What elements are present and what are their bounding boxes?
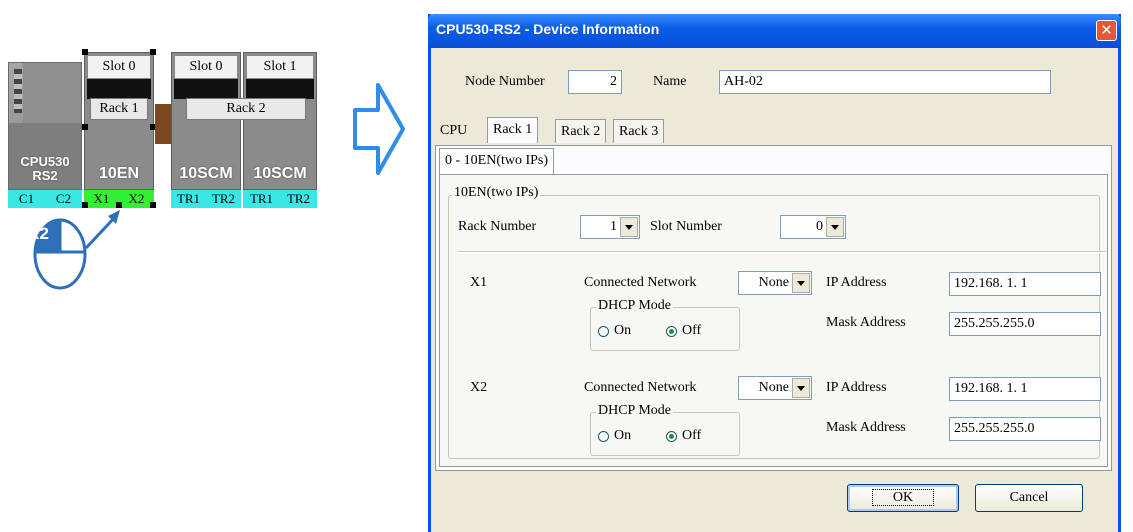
dialog-titlebar[interactable]: CPU530-RS2 - Device Information ✕ bbox=[428, 14, 1121, 48]
rack2-slot0-port-tr1: TR1 bbox=[176, 191, 201, 206]
node-number-label: Node Number bbox=[465, 74, 545, 89]
x2-dhcp-off-label: Off bbox=[682, 428, 702, 443]
rack2-slot1-port-tr2: TR2 bbox=[286, 191, 311, 206]
ok-button-label: OK bbox=[871, 489, 935, 506]
radio-icon bbox=[598, 430, 609, 442]
dialog-title: CPU530-RS2 - Device Information bbox=[436, 21, 660, 37]
x1-mask-address-label: Mask Address bbox=[826, 315, 906, 330]
selection-handle[interactable] bbox=[150, 49, 156, 55]
x1-connected-network-label: Connected Network bbox=[584, 275, 697, 290]
cancel-button-label: Cancel bbox=[1009, 490, 1049, 505]
x2-dhcp-mode-title: DHCP Mode bbox=[596, 403, 673, 419]
x2-dhcp-on-radio[interactable]: On bbox=[598, 428, 631, 444]
slot-number-label: Slot Number bbox=[650, 219, 722, 234]
separator bbox=[458, 251, 1106, 253]
name-label: Name bbox=[653, 74, 687, 89]
right-arrow-icon bbox=[352, 82, 406, 181]
rack1-port-x2: X2 bbox=[128, 191, 145, 206]
ok-button[interactable]: OK bbox=[847, 484, 959, 512]
x1-dhcp-off-radio[interactable]: Off bbox=[666, 323, 701, 339]
rack1-10en-module[interactable]: Slot 0 10EN bbox=[84, 52, 154, 190]
x1-ip-address-label: IP Address bbox=[826, 275, 887, 290]
radio-selected-icon bbox=[666, 325, 677, 337]
chevron-down-icon[interactable] bbox=[826, 217, 844, 237]
rack-number-dropdown[interactable]: 1 bbox=[580, 215, 640, 239]
selection-handle[interactable] bbox=[82, 124, 88, 130]
x2-dhcp-on-label: On bbox=[614, 428, 632, 443]
x2-ip-address-label: IP Address bbox=[826, 380, 887, 395]
x1-connected-network-value: None bbox=[758, 275, 789, 290]
x2-dhcp-off-radio[interactable]: Off bbox=[666, 428, 701, 444]
radio-icon bbox=[598, 325, 609, 337]
slot-number-value: 0 bbox=[816, 219, 823, 234]
cpu-module-label: CPU530 RS2 bbox=[20, 154, 70, 183]
rack2-slot0-port-bar: TR1 TR2 bbox=[171, 190, 241, 208]
cpu-led-indicators bbox=[14, 69, 22, 113]
x1-dhcp-mode-title: DHCP Mode bbox=[596, 298, 673, 314]
chevron-down-icon[interactable] bbox=[792, 378, 810, 398]
tab-cpu[interactable]: CPU bbox=[435, 119, 472, 143]
x2-mask-address-label: Mask Address bbox=[826, 420, 906, 435]
x2-ip-address-field[interactable]: 192.168. 1. 1 bbox=[949, 377, 1101, 401]
x1-dhcp-on-radio[interactable]: On bbox=[598, 323, 631, 339]
name-field[interactable]: AH-02 bbox=[719, 70, 1051, 94]
rack2-label: Rack 2 bbox=[186, 98, 306, 120]
x1-connected-network-dropdown[interactable]: None bbox=[738, 271, 812, 295]
device-information-dialog: CPU530-RS2 - Device Information ✕ Node N… bbox=[428, 14, 1121, 532]
rack-connector bbox=[155, 104, 171, 144]
plc-rack-diagram: CPU530 RS2 C1 C2 Slot 0 10EN Rack 1 X1 X… bbox=[0, 0, 340, 300]
rack1-label: Rack 1 bbox=[90, 98, 148, 120]
x2-connected-network-value: None bbox=[758, 380, 789, 395]
chevron-down-icon[interactable] bbox=[620, 217, 638, 237]
close-icon[interactable]: ✕ bbox=[1096, 20, 1117, 41]
tab-rack1[interactable]: Rack 1 bbox=[487, 117, 539, 143]
rack-number-value: 1 bbox=[610, 219, 617, 234]
port-x1-label: X1 bbox=[470, 275, 488, 290]
rack1-slot0-label: Slot 0 bbox=[87, 55, 151, 79]
rack2-slot1-port-bar: TR1 TR2 bbox=[243, 190, 317, 208]
subtab-10en[interactable]: 0 - 10EN(two IPs) bbox=[439, 148, 555, 175]
slot-number-dropdown[interactable]: 0 bbox=[780, 215, 846, 239]
chevron-down-icon[interactable] bbox=[792, 273, 810, 293]
x1-mask-address-field[interactable]: 255.255.255.0 bbox=[949, 312, 1101, 336]
cpu-module[interactable]: CPU530 RS2 bbox=[8, 62, 82, 190]
rack1-module-label: 10EN bbox=[98, 165, 140, 182]
selection-handle[interactable] bbox=[150, 202, 156, 208]
rack2-slot0-port-tr2: TR2 bbox=[211, 191, 236, 206]
module-settings-panel: 10EN(two IPs) Rack Number 1 Slot Number … bbox=[439, 174, 1108, 467]
rack2-slot1-port-tr1: TR1 bbox=[249, 191, 274, 206]
radio-selected-icon bbox=[666, 430, 677, 442]
x2-connected-network-dropdown[interactable]: None bbox=[738, 376, 812, 400]
rack-number-label: Rack Number bbox=[458, 219, 537, 234]
rack2-slot1-label: Slot 1 bbox=[246, 55, 314, 79]
tab-rack3[interactable]: Rack 3 bbox=[613, 119, 665, 143]
double-click-badge: x2 bbox=[30, 224, 49, 243]
cancel-button[interactable]: Cancel bbox=[975, 484, 1083, 512]
rack2-slot0-label: Slot 0 bbox=[174, 55, 238, 79]
port-x2-label: X2 bbox=[470, 380, 488, 395]
x2-mask-address-field[interactable]: 255.255.255.0 bbox=[949, 417, 1101, 441]
selection-handle[interactable] bbox=[82, 49, 88, 55]
x1-ip-address-field[interactable]: 192.168. 1. 1 bbox=[949, 272, 1101, 296]
rack2-slot1-10scm-module[interactable]: Slot 1 10SCM bbox=[243, 52, 317, 190]
rack2-slot0-module-label: 10SCM bbox=[179, 165, 233, 182]
x2-connected-network-label: Connected Network bbox=[584, 380, 697, 395]
rack2-slot0-10scm-module[interactable]: Slot 0 10SCM bbox=[171, 52, 241, 190]
rack2-slot1-module-label: 10SCM bbox=[253, 165, 307, 182]
node-number-field[interactable]: 2 bbox=[568, 70, 622, 94]
double-click-mouse-icon: x2 bbox=[28, 206, 128, 292]
x1-dhcp-off-label: Off bbox=[682, 323, 702, 338]
x1-dhcp-on-label: On bbox=[614, 323, 632, 338]
tab-rack2[interactable]: Rack 2 bbox=[555, 119, 607, 143]
module-group-title: 10EN(two IPs) bbox=[452, 185, 541, 201]
